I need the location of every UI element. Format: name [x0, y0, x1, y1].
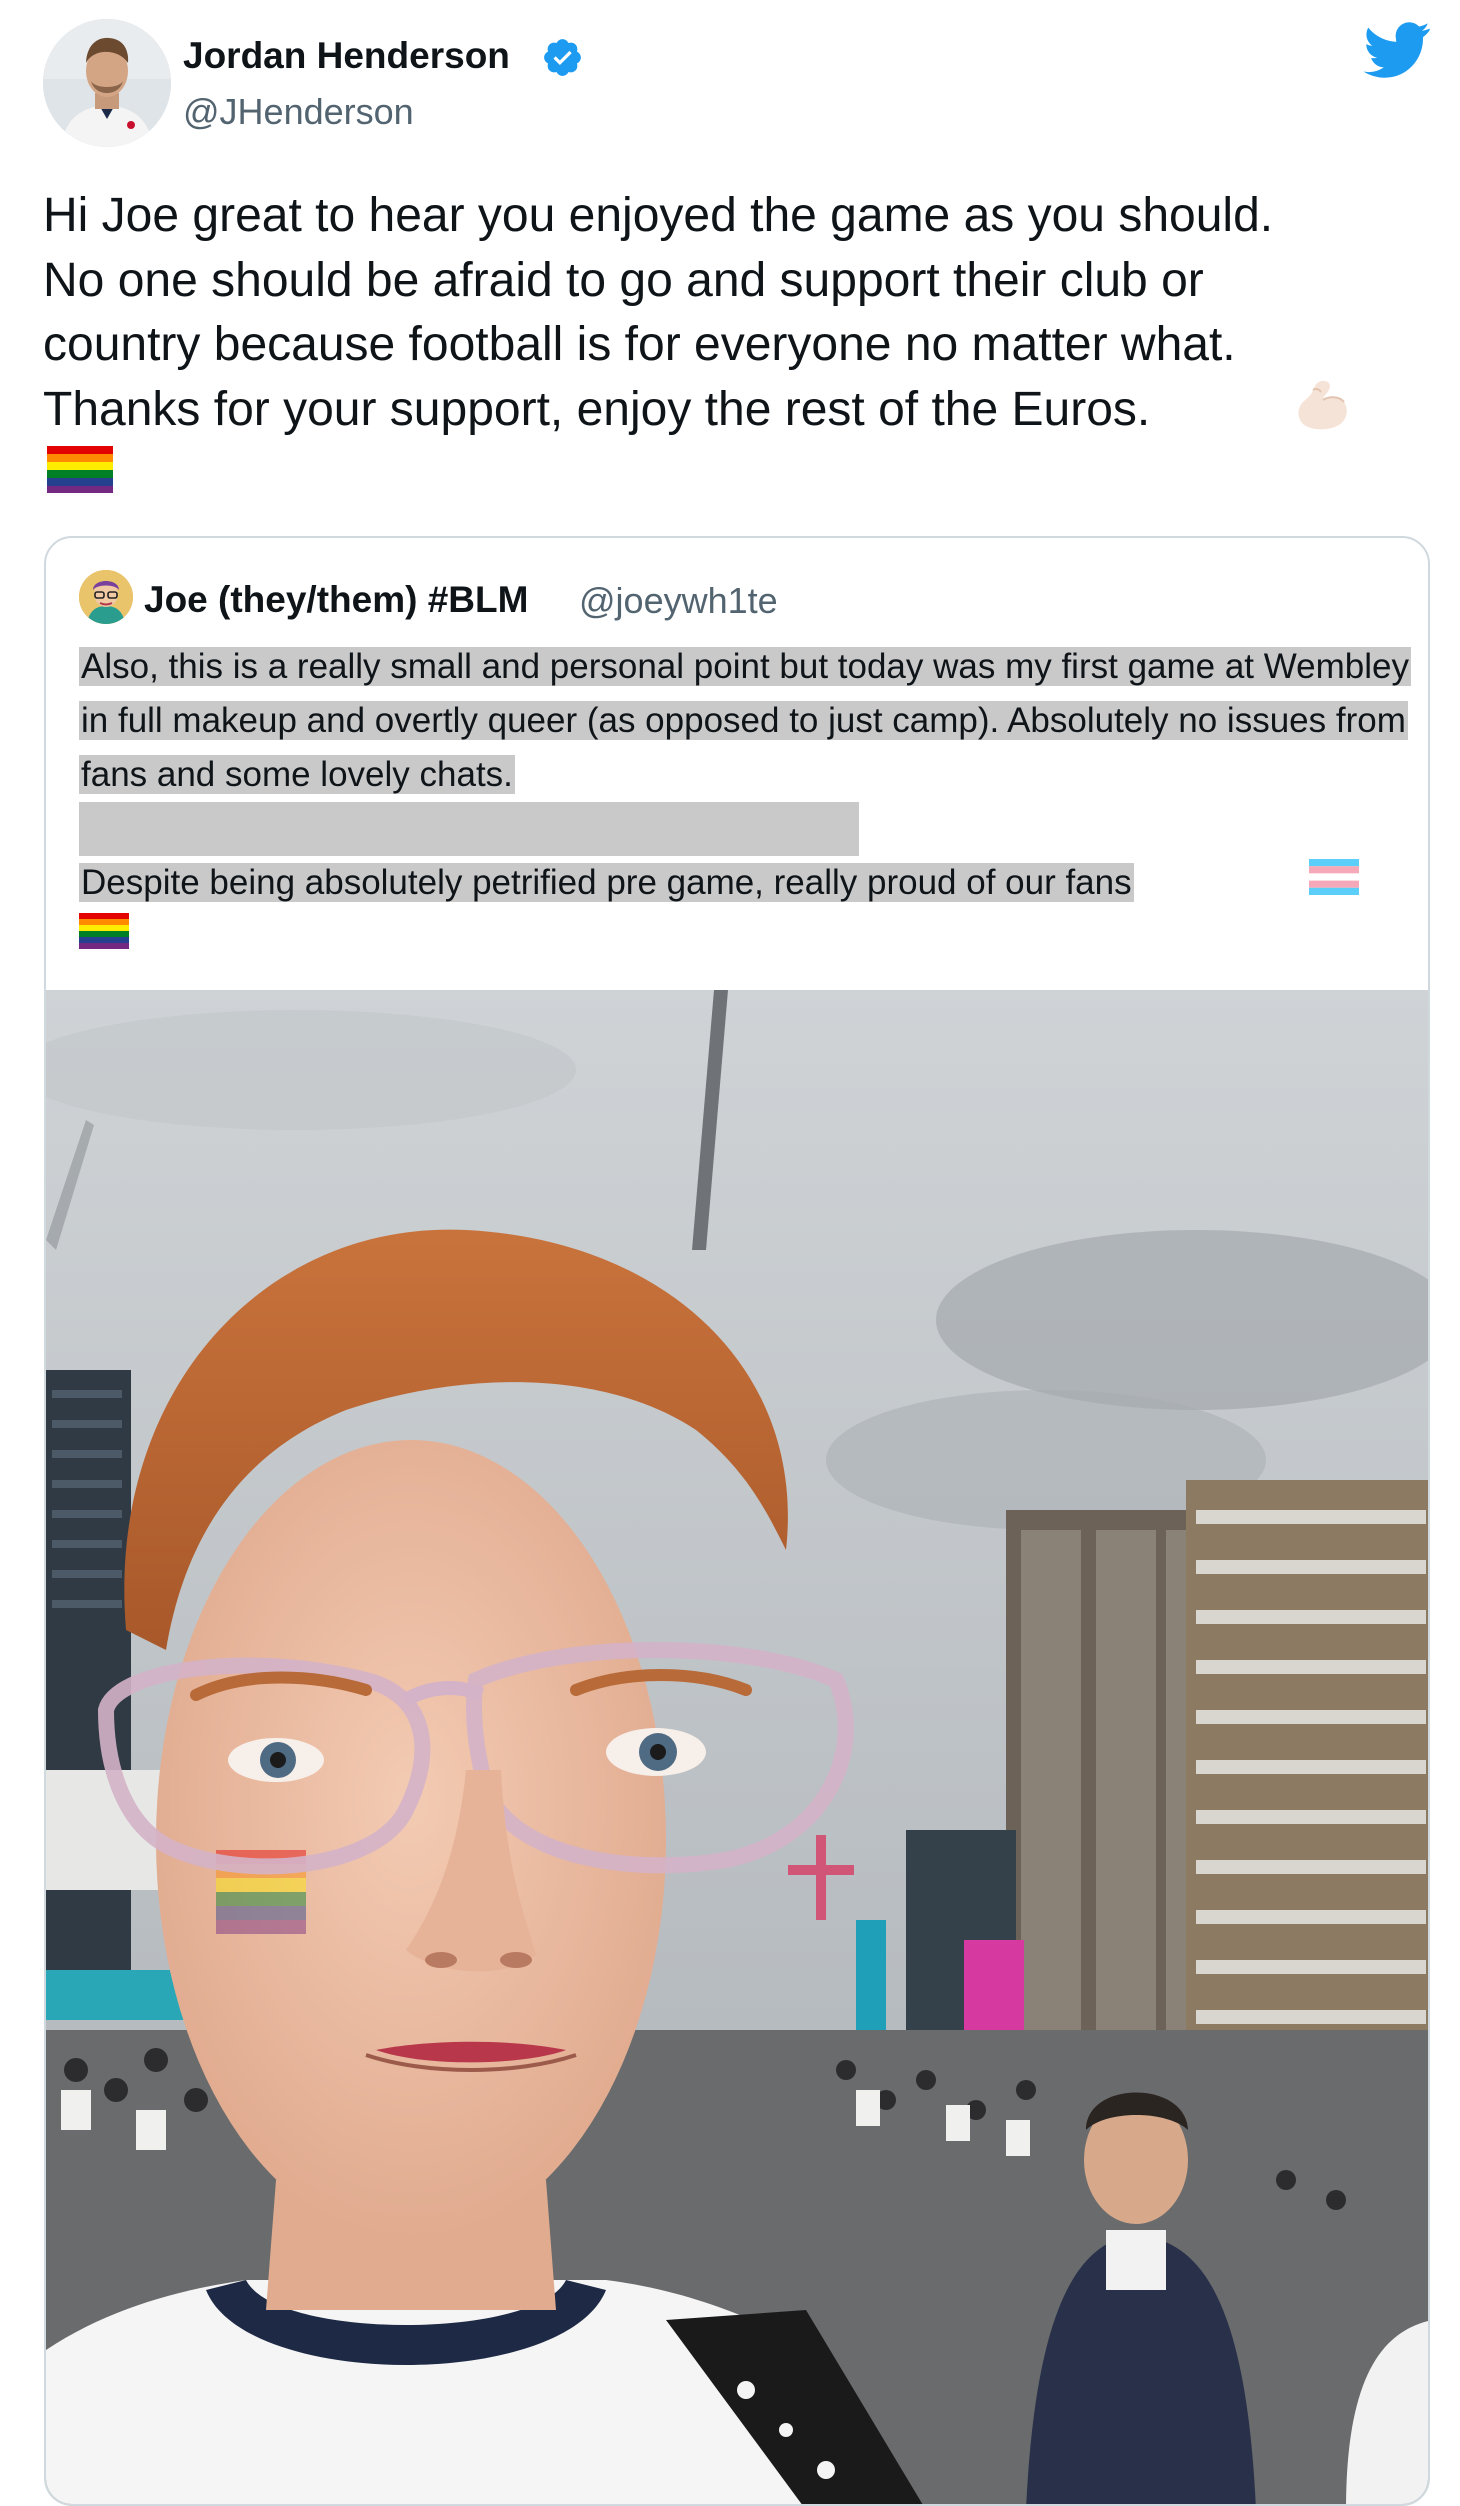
transgender-flag-icon — [1309, 859, 1359, 895]
selection-blank-line — [79, 802, 859, 856]
flexed-biceps-icon — [1298, 380, 1347, 430]
quoted-paragraph-2: Despite being absolutely petrified pre g… — [79, 863, 1134, 902]
quoted-avatar-image — [79, 570, 133, 624]
quoted-tweet-text: Also, this is a really small and persona… — [79, 640, 1411, 910]
quoted-author-avatar[interactable] — [79, 570, 133, 624]
quoted-tweet-card[interactable]: Joe (they/them) #BLM @joeywh1te Also, th… — [44, 536, 1430, 2506]
quoted-author-name[interactable]: Joe (they/them) #BLM — [144, 578, 528, 622]
author-handle[interactable]: @JHenderson — [183, 90, 414, 134]
quoted-paragraph-1: Also, this is a really small and persona… — [79, 647, 1411, 794]
tweet-text: Hi Joe great to hear you enjoyed the gam… — [43, 189, 1274, 436]
avatar-image — [43, 19, 171, 147]
selfie-photo[interactable] — [46, 990, 1430, 2506]
twitter-bird-icon[interactable] — [1363, 22, 1431, 78]
tweet-card: Jordan Henderson @JHenderson Hi Joe grea… — [0, 0, 1460, 2506]
rainbow-flag-icon — [47, 446, 113, 493]
author-avatar[interactable] — [43, 19, 171, 147]
verified-badge-icon — [544, 39, 581, 76]
author-name[interactable]: Jordan Henderson — [183, 34, 510, 78]
rainbow-flag-icon — [79, 913, 129, 949]
quoted-author-handle[interactable]: @joeywh1te — [579, 579, 778, 623]
